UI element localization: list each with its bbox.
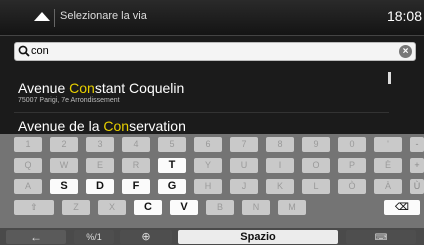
result-item[interactable]: Avenue de la Conservation (18, 118, 186, 134)
key-k[interactable]: K (266, 179, 294, 194)
header-bar: Selezionare la via 18:08 (0, 0, 424, 36)
key-3[interactable]: 3 (86, 137, 114, 152)
key-n[interactable]: N (242, 200, 270, 215)
key-w[interactable]: W (50, 158, 78, 173)
key-f[interactable]: F (122, 179, 150, 194)
clear-search-icon[interactable]: × (399, 45, 412, 58)
key-8[interactable]: 8 (266, 137, 294, 152)
result-detail: 75007 Parigi, 7e Arrondissement (18, 97, 120, 104)
key-p[interactable]: P (338, 158, 366, 173)
key-s[interactable]: S (50, 179, 78, 194)
key-7[interactable]: 7 (230, 137, 258, 152)
keyboard-bottom-bar: ← %/1 ⊕ Spazio ⌨ (0, 228, 424, 245)
search-input[interactable] (31, 43, 391, 60)
key-u[interactable]: U (230, 158, 258, 173)
key-5[interactable]: 5 (158, 137, 186, 152)
key-h[interactable]: H (194, 179, 222, 194)
page-title: Selezionare la via (60, 10, 147, 22)
backspace-icon[interactable]: ⌫ (384, 200, 420, 215)
key-q[interactable]: Q (14, 158, 42, 173)
key-ò[interactable]: Ò (338, 179, 366, 194)
key-y[interactable]: Y (194, 158, 222, 173)
key-ù[interactable]: Ù (410, 179, 424, 194)
key-4[interactable]: 4 (122, 137, 150, 152)
key-d[interactable]: D (86, 179, 114, 194)
key-a[interactable]: A (14, 179, 42, 194)
search-bar[interactable]: × (14, 42, 416, 61)
search-icon (18, 45, 30, 57)
key-l[interactable]: L (302, 179, 330, 194)
result-title: Avenue Constant Coquelin (18, 80, 185, 96)
key-dash[interactable]: - (410, 137, 424, 152)
globe-icon[interactable]: ⊕ (120, 230, 172, 244)
space-key[interactable]: Spazio (178, 230, 338, 244)
key-t[interactable]: T (158, 158, 186, 173)
key-0[interactable]: 0 (338, 137, 366, 152)
scrollbar[interactable] (388, 72, 391, 84)
key-è[interactable]: È (374, 158, 402, 173)
clock: 18:08 (386, 8, 422, 24)
key-c[interactable]: C (134, 200, 162, 215)
key-g[interactable]: G (158, 179, 186, 194)
key-à[interactable]: À (374, 179, 402, 194)
key-v[interactable]: V (170, 200, 198, 215)
key-6[interactable]: 6 (194, 137, 222, 152)
app-window: Selezionare la via 18:08 × Avenue Consta… (0, 0, 424, 245)
key-plus[interactable]: + (410, 158, 424, 173)
key-9[interactable]: 9 (302, 137, 330, 152)
key-z[interactable]: Z (62, 200, 90, 215)
key-r[interactable]: R (122, 158, 150, 173)
key-o[interactable]: O (302, 158, 330, 173)
key-b[interactable]: B (206, 200, 234, 215)
result-title: Avenue de la Conservation (18, 118, 186, 134)
key-x[interactable]: X (98, 200, 126, 215)
result-item[interactable]: Avenue Constant Coquelin 75007 Parigi, 7… (18, 80, 184, 104)
list-divider (14, 112, 389, 113)
key-1[interactable]: 1 (14, 137, 42, 152)
key-i[interactable]: I (266, 158, 294, 173)
key-e[interactable]: E (86, 158, 114, 173)
key-m[interactable]: M (278, 200, 306, 215)
key-2[interactable]: 2 (50, 137, 78, 152)
symbols-key[interactable]: %/1 (74, 230, 114, 244)
up-arrow-icon[interactable] (34, 12, 50, 21)
back-button[interactable]: ← (6, 230, 66, 244)
shift-icon[interactable]: ⇧ (14, 200, 54, 215)
key-j[interactable]: J (230, 179, 258, 194)
key-'[interactable]: ' (374, 137, 402, 152)
header-divider (54, 9, 55, 27)
keyboard-icon[interactable]: ⌨ (346, 230, 416, 244)
